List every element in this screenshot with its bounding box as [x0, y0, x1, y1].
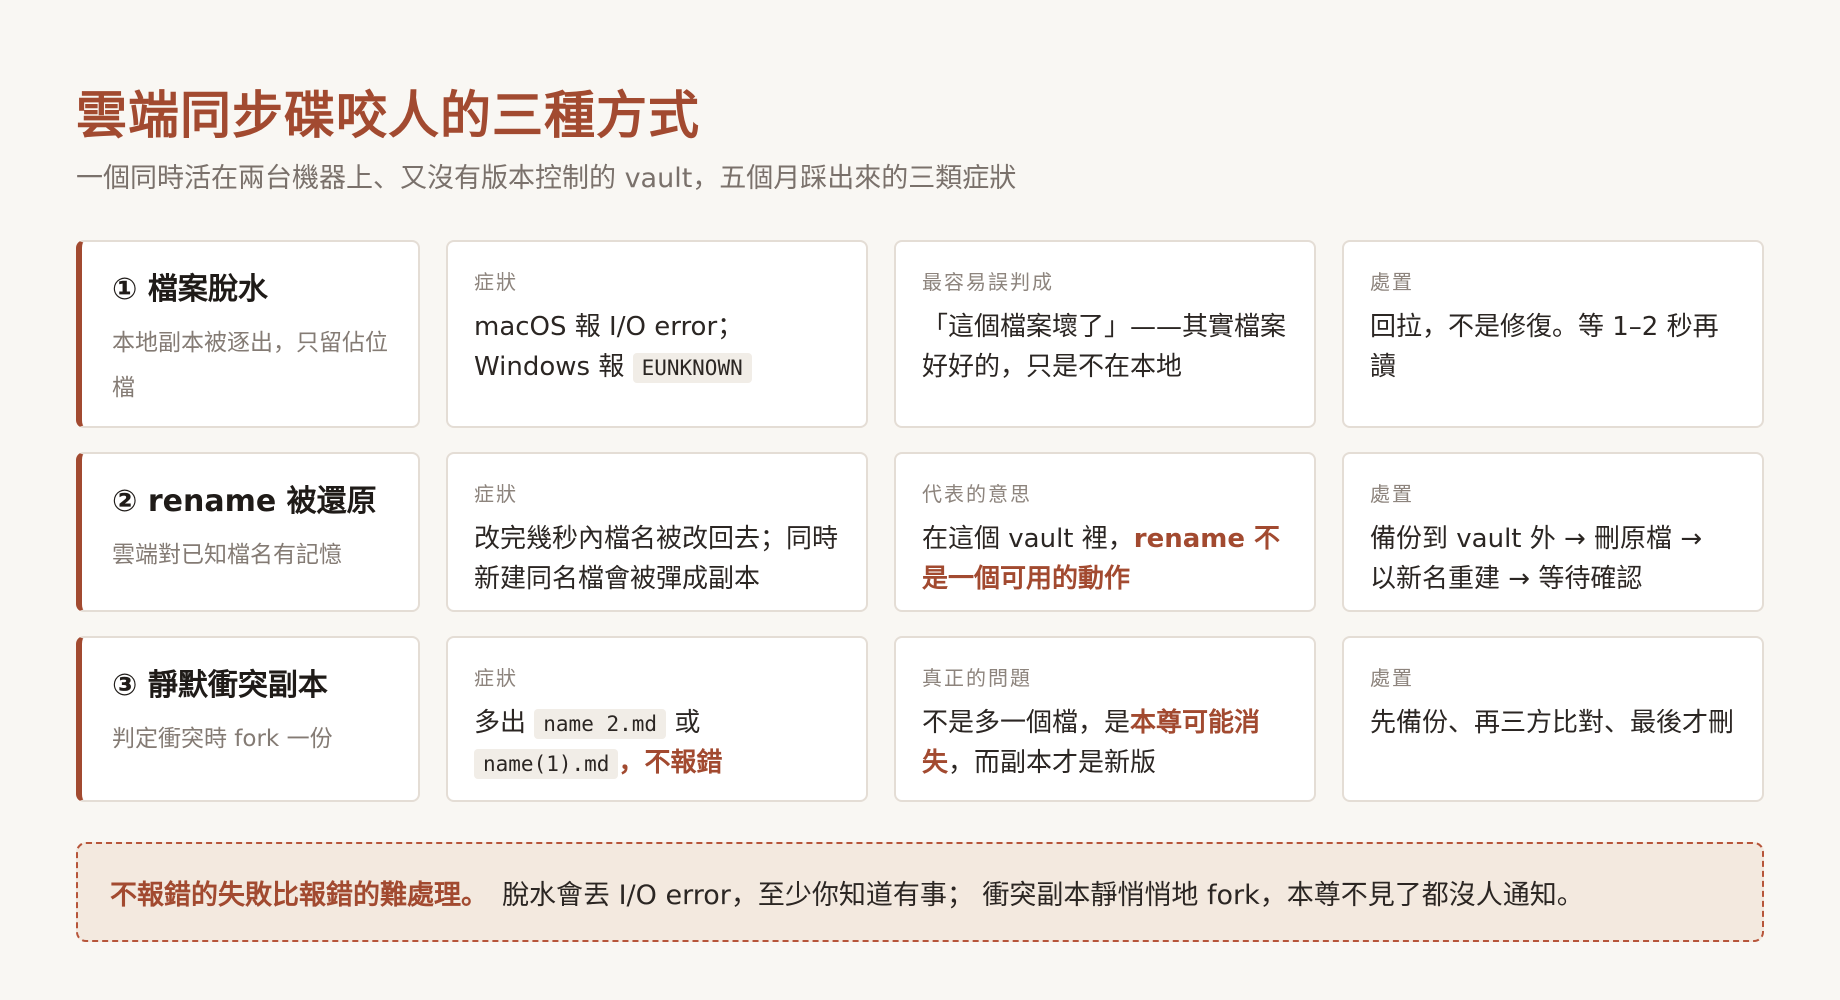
- callout-text: 脫水會丟 I/O error，至少你知道有事； 衝突副本靜悄悄地 fork，本尊…: [502, 879, 1584, 911]
- row-1-desc: 本地副本被逐出，只留佔位檔: [112, 330, 388, 401]
- row-2-title: ② rename 被還原: [112, 484, 377, 519]
- row-1-symptom-code: EUNKNOWN: [632, 353, 752, 384]
- row-3-problem-text: 不是多一個檔，是本尊可能消失，而副本才是新版: [922, 703, 1288, 784]
- row-2-action-label: 處置: [1370, 482, 1414, 506]
- row-3-problem-label: 真正的問題: [922, 666, 1032, 690]
- row-3-symptom-label: 症狀: [474, 666, 518, 690]
- row-2-meaning-text-part: 在這個 vault 裡，: [922, 524, 1134, 554]
- row-1-action-text: 回拉，不是修復。等 1–2 秒再讀: [1370, 312, 1719, 383]
- row-3-action-card: 處置 先備份、再三方比對、最後才刪: [1342, 636, 1764, 802]
- row-3-title: ③ 靜默衝突副本: [112, 668, 328, 703]
- row-3-symptom-text-part-2: 或: [666, 708, 701, 738]
- row-2-action-text: 備份到 vault 外 → 刪原檔 → 以新名重建 → 等待確認: [1370, 524, 1703, 595]
- row-2-action-card: 處置 備份到 vault 外 → 刪原檔 → 以新名重建 → 等待確認: [1342, 452, 1764, 612]
- summary-callout: 不報錯的失敗比報錯的難處理。 脫水會丟 I/O error，至少你知道有事； 衝…: [76, 842, 1764, 942]
- row-3-symptom-text: 多出 name 2.md 或 name(1).md ，不報錯: [474, 703, 840, 784]
- row-1-misjudge-card: 最容易誤判成 「這個檔案壞了」——其實檔案好好的，只是不在本地: [894, 240, 1316, 428]
- row-2-meaning-label: 代表的意思: [922, 482, 1032, 506]
- page: 雲端同步碟咬人的三種方式 一個同時活在兩台機器上、又沒有版本控制的 vault，…: [0, 0, 1840, 1000]
- symptom-grid: ① 檔案脫水 本地副本被逐出，只留佔位檔 症狀 macOS 報 I/O erro…: [76, 240, 1764, 802]
- row-1-head-card: ① 檔案脫水 本地副本被逐出，只留佔位檔: [76, 240, 420, 428]
- row-1-misjudge-text: 「這個檔案壞了」——其實檔案好好的，只是不在本地: [922, 312, 1287, 383]
- row-2-meaning-text: 在這個 vault 裡，rename 不是一個可用的動作: [922, 519, 1288, 600]
- row-3-desc: 判定衝突時 fork 一份: [112, 726, 333, 752]
- row-2-symptom-label: 症狀: [474, 482, 518, 506]
- row-1-action-label: 處置: [1370, 270, 1414, 294]
- row-3-problem-card: 真正的問題 不是多一個檔，是本尊可能消失，而副本才是新版: [894, 636, 1316, 802]
- row-1-misjudge-label: 最容易誤判成: [922, 270, 1054, 294]
- row-3-problem-text-part-1: 不是多一個檔，是: [922, 708, 1131, 738]
- row-3-symptom-text-part-1: 多出: [474, 708, 535, 738]
- row-3-symptom-emphasis: ，不報錯: [618, 748, 723, 779]
- row-3-action-label: 處置: [1370, 666, 1414, 690]
- row-3-symptom-card: 症狀 多出 name 2.md 或 name(1).md ，不報錯: [446, 636, 868, 802]
- page-title: 雲端同步碟咬人的三種方式: [76, 87, 701, 146]
- callout-emphasis: 不報錯的失敗比報錯的難處理。: [110, 879, 488, 911]
- row-2-desc: 雲端對已知檔名有記憶: [112, 542, 342, 568]
- row-1-symptom-card: 症狀 macOS 報 I/O error；Windows 報 EUNKNOWN: [446, 240, 868, 428]
- row-3-symptom-code-2: name(1).md: [474, 749, 619, 780]
- row-2-symptom-text: 改完幾秒內檔名被改回去；同時新建同名檔會被彈成副本: [474, 524, 839, 595]
- row-2-symptom-card: 症狀 改完幾秒內檔名被改回去；同時新建同名檔會被彈成副本: [446, 452, 868, 612]
- row-1-symptom-text: macOS 報 I/O error；Windows 報 EUNKNOWN: [474, 307, 840, 388]
- page-subtitle: 一個同時活在兩台機器上、又沒有版本控制的 vault，五個月踩出來的三類症狀: [76, 163, 1017, 194]
- row-2-meaning-card: 代表的意思 在這個 vault 裡，rename 不是一個可用的動作: [894, 452, 1316, 612]
- row-3-problem-text-part-2: ，而副本才是新版: [948, 748, 1157, 779]
- row-1-action-card: 處置 回拉，不是修復。等 1–2 秒再讀: [1342, 240, 1764, 428]
- row-1-title: ① 檔案脫水: [112, 272, 268, 307]
- row-2-head-card: ② rename 被還原 雲端對已知檔名有記憶: [76, 452, 420, 612]
- row-3-symptom-code-1: name 2.md: [534, 709, 667, 739]
- row-3-head-card: ③ 靜默衝突副本 判定衝突時 fork 一份: [76, 636, 420, 802]
- row-3-action-text: 先備份、再三方比對、最後才刪: [1370, 708, 1735, 738]
- row-1-symptom-label: 症狀: [474, 270, 518, 294]
